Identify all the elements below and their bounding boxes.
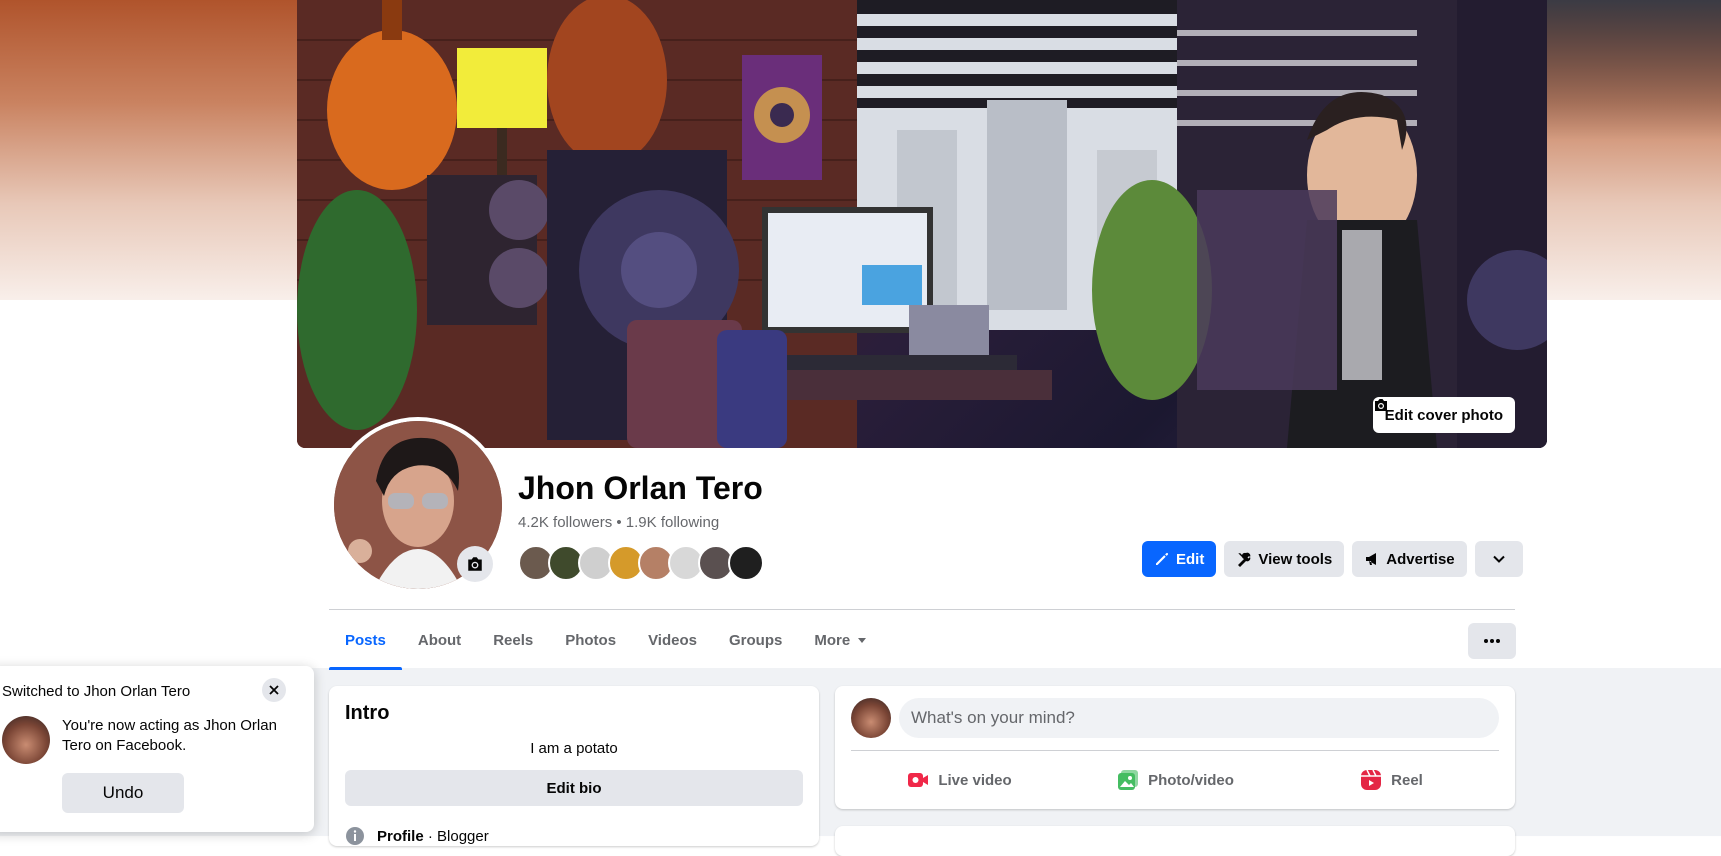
profile-actions: Edit View tools Advertise xyxy=(1142,541,1523,577)
tab-label: Photos xyxy=(565,631,617,649)
close-toast-button[interactable] xyxy=(262,678,286,702)
composer-placeholder: What's on your mind? xyxy=(911,708,1075,727)
profile-name: Jhon Orlan Tero xyxy=(518,470,763,506)
composer-actions: Live video Photo/video Reel xyxy=(851,758,1499,802)
toast-avatar xyxy=(2,716,50,764)
undo-label: Undo xyxy=(102,783,144,802)
tools-icon xyxy=(1238,552,1251,567)
tab-label: Videos xyxy=(648,631,697,649)
tab-photos[interactable]: Photos xyxy=(549,610,632,670)
live-video-icon xyxy=(908,773,929,787)
reel-icon xyxy=(1361,769,1382,790)
cover-photo[interactable]: Edit cover photo xyxy=(297,0,1547,448)
cover-illustration xyxy=(297,0,1547,448)
intro-bio: I am a potato xyxy=(530,740,618,757)
post-composer: What's on your mind? Live video Photo/vi… xyxy=(835,686,1515,809)
camera-icon xyxy=(468,557,482,571)
tab-videos[interactable]: Videos xyxy=(632,610,713,670)
tab-label: Posts xyxy=(345,631,386,649)
ellipsis-icon xyxy=(1484,639,1500,643)
intro-profile-label: Profile xyxy=(377,827,424,845)
chevron-down-icon xyxy=(1492,555,1505,563)
intro-profile-value: Blogger xyxy=(437,827,489,845)
tab-groups[interactable]: Groups xyxy=(713,610,798,670)
caret-down-icon xyxy=(858,638,867,643)
live-video-button[interactable]: Live video xyxy=(851,758,1067,802)
profile-menu-button[interactable] xyxy=(1468,623,1516,659)
photo-icon xyxy=(1118,770,1139,790)
tab-about[interactable]: About xyxy=(402,610,477,670)
pencil-icon xyxy=(1156,552,1169,565)
posts-filter-card xyxy=(835,826,1515,856)
live-video-label: Live video xyxy=(938,771,1012,789)
toast-title: Switched to Jhon Orlan Tero xyxy=(2,683,191,700)
edit-profile-label: Edit xyxy=(1176,550,1205,568)
megaphone-icon xyxy=(1366,553,1377,565)
toast-message: You're now acting as Jhon Orlan Tero on … xyxy=(62,717,277,754)
close-icon xyxy=(269,685,279,695)
composer-avatar[interactable] xyxy=(851,698,891,738)
view-tools-label: View tools xyxy=(1258,550,1333,568)
switched-profile-toast: Switched to Jhon Orlan Tero You're now a… xyxy=(0,666,314,832)
page-background-shade xyxy=(1541,0,1721,140)
intro-profile-category: Profile · Blogger xyxy=(345,826,489,846)
composer-divider xyxy=(851,750,1499,751)
edit-bio-button[interactable]: Edit bio xyxy=(345,770,803,806)
advertise-button[interactable]: Advertise xyxy=(1352,541,1467,577)
tab-more[interactable]: More xyxy=(798,610,884,670)
edit-cover-photo-label: Edit cover photo xyxy=(1384,406,1503,424)
profile-follow-stats[interactable]: 4.2K followers • 1.9K following xyxy=(518,514,719,531)
undo-button[interactable]: Undo xyxy=(62,773,184,813)
tab-label: Groups xyxy=(728,631,783,649)
view-tools-button[interactable]: View tools xyxy=(1224,541,1345,577)
edit-profile-button[interactable]: Edit xyxy=(1142,541,1217,577)
more-profile-options-button[interactable] xyxy=(1474,541,1523,577)
tab-label: More xyxy=(814,631,851,649)
reel-button[interactable]: Reel xyxy=(1283,758,1499,802)
photo-video-label: Photo/video xyxy=(1148,771,1234,789)
profile-tabs: Posts About Reels Photos Videos Groups M… xyxy=(329,610,884,670)
tab-posts[interactable]: Posts xyxy=(329,610,402,670)
camera-icon xyxy=(1374,399,1387,411)
edit-bio-label: Edit bio xyxy=(546,779,602,797)
info-icon xyxy=(346,827,364,845)
intro-card: Intro I am a potato Edit bio Profile · B… xyxy=(329,686,819,846)
tab-label: About xyxy=(417,631,462,649)
reel-label: Reel xyxy=(1391,771,1423,789)
friend-avatar-stack[interactable] xyxy=(518,545,764,581)
advertise-label: Advertise xyxy=(1386,550,1455,568)
whats-on-your-mind-input[interactable]: What's on your mind? xyxy=(899,698,1499,738)
tab-reels[interactable]: Reels xyxy=(477,610,549,670)
intro-title: Intro xyxy=(345,702,390,724)
edit-cover-photo-button[interactable]: Edit cover photo xyxy=(1372,397,1515,433)
tab-label: Reels xyxy=(493,631,534,649)
update-profile-picture-button[interactable] xyxy=(457,546,493,582)
friend-avatar[interactable] xyxy=(728,545,764,581)
photo-video-button[interactable]: Photo/video xyxy=(1067,758,1283,802)
